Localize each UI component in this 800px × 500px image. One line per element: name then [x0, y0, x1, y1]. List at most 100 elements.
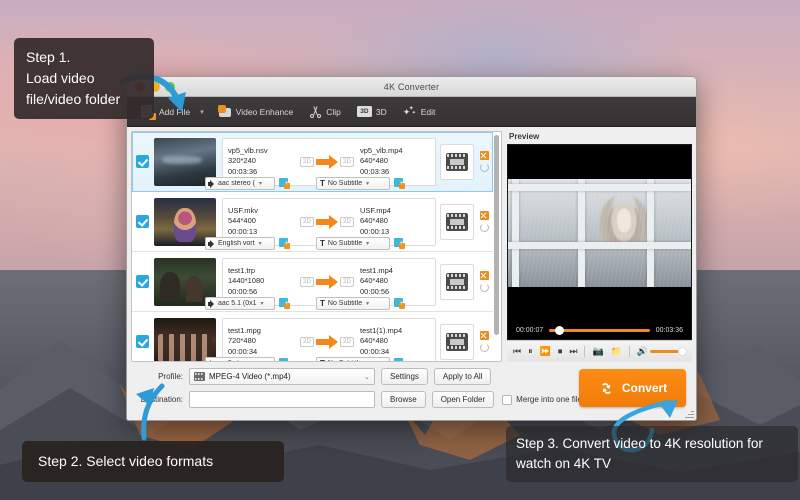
subtitle-track-select[interactable]: T No Subtitle ▾ [316, 237, 390, 250]
chevron-down-icon: ▾ [366, 181, 370, 187]
snapshot-preview-box[interactable] [440, 143, 474, 180]
convert-button[interactable]: Convert [579, 369, 686, 407]
row-actions [477, 331, 491, 352]
stop-button[interactable]: ⏹ [558, 347, 563, 356]
add-file-dropdown-caret-icon[interactable]: ▾ [198, 108, 210, 116]
playback-timeline[interactable]: 00:00:07 00:03:36 [508, 321, 691, 339]
remove-row-button[interactable] [479, 331, 489, 340]
subtitle-text-icon: T [320, 178, 325, 188]
toolbar-edit-label: Edit [420, 106, 436, 117]
volume-slider[interactable] [650, 346, 687, 356]
apply-to-all-button[interactable]: Apply to All [433, 368, 492, 385]
audio-track-value: aac stereo ( [218, 180, 255, 187]
player-screen[interactable] [508, 145, 691, 321]
target-duration: 00:00:13 [360, 226, 390, 236]
volume-control[interactable]: 🔊 [637, 346, 687, 356]
target-meta: test1.mp4 640*480 00:00:56 [354, 266, 435, 298]
chevron-down-icon: ▾ [260, 301, 264, 307]
seek-handle[interactable] [555, 325, 565, 335]
callout-step2: Step 2. Select video formats [22, 441, 284, 482]
row-checkbox[interactable] [136, 215, 149, 228]
toolbar-edit[interactable]: ✦ ✦ ✦ Edit [395, 100, 444, 124]
reset-row-icon[interactable] [479, 343, 489, 352]
row-actions [477, 211, 491, 232]
row-checkbox[interactable] [136, 155, 149, 168]
reset-row-icon[interactable] [479, 223, 489, 232]
add-subtitle-icon[interactable] [394, 178, 405, 189]
add-audio-track-icon[interactable] [279, 178, 290, 189]
snapshot-preview-box[interactable] [440, 263, 474, 300]
table-row[interactable]: test1.mpg 720*480 00:00:34 2D 2D test1(1… [132, 312, 493, 361]
audio-track-select[interactable]: English vort ▾ [205, 237, 275, 250]
subtitle-track-select[interactable]: T No Subtitle ▾ [316, 297, 390, 310]
divider [628, 346, 630, 357]
remove-row-button[interactable] [479, 211, 489, 220]
target-resolution: 640*480 [360, 156, 388, 166]
fast-forward-button[interactable]: ⏩ [540, 347, 551, 356]
table-row[interactable]: USF.mkv 544*400 00:00:13 2D 2D USF.mp4 6… [132, 192, 493, 252]
snapshot-preview-box[interactable] [440, 203, 474, 240]
pause-button[interactable]: ⏸ [528, 347, 533, 356]
seek-slider[interactable] [549, 325, 650, 335]
add-subtitle-icon[interactable] [394, 298, 405, 309]
row-track-controls: English vort ▾ T No Subtitle ▾ [205, 237, 405, 250]
preview-pane: Preview 00:00:07 00:03:36 ⏮ ⏸ ⏩ ⏹ ⏭ 📷 📁 … [502, 127, 696, 362]
source-2d-badge: 2D [300, 216, 315, 227]
remove-row-button[interactable] [479, 151, 489, 160]
audio-track-select[interactable]: aac stereo ( ▾ [205, 177, 275, 190]
merge-checkbox[interactable] [502, 394, 513, 405]
add-subtitle-icon[interactable] [394, 238, 405, 249]
volume-icon[interactable]: 🔊 [637, 347, 648, 356]
table-row[interactable]: test1.trp 1440*1080 00:00:56 2D 2D test1… [132, 252, 493, 312]
zoom-button[interactable] [165, 82, 175, 92]
toolbar-clip[interactable]: Clip [301, 100, 349, 124]
file-list-scrollbar[interactable] [494, 135, 499, 335]
previous-button[interactable]: ⏮ [513, 347, 521, 356]
snapshot-button[interactable]: 📷 [592, 347, 603, 356]
volume-handle[interactable] [678, 346, 687, 356]
row-checkbox[interactable] [136, 275, 149, 288]
file-list[interactable]: vp5_vlb.nsv 320*240 00:03:36 2D 2D vp5_v… [131, 131, 502, 362]
target-duration: 00:00:34 [360, 346, 390, 356]
video-player[interactable]: 00:00:07 00:03:36 [507, 144, 692, 340]
speaker-icon [208, 299, 216, 308]
row-checkbox[interactable] [136, 335, 149, 348]
settings-button[interactable]: Settings [381, 368, 428, 385]
open-snapshot-folder-button[interactable]: 📁 [611, 347, 622, 356]
reset-row-icon[interactable] [479, 283, 489, 292]
table-row[interactable]: vp5_vlb.nsv 320*240 00:03:36 2D 2D vp5_v… [132, 132, 493, 192]
destination-input[interactable] [189, 391, 375, 408]
source-2d-badge: 2D [300, 276, 315, 287]
toolbar-video-enhance[interactable]: Video Enhance [210, 100, 302, 124]
subtitle-track-select[interactable]: T No Subtitle ▾ [316, 177, 390, 190]
open-folder-button[interactable]: Open Folder [431, 391, 495, 408]
browse-button[interactable]: Browse [381, 391, 426, 408]
target-meta: test1(1).mp4 640*480 00:00:34 [354, 326, 435, 358]
source-duration: 00:00:34 [228, 346, 258, 356]
row-track-controls: aac stereo ( ▾ T No Subtitle ▾ [205, 177, 405, 190]
remove-row-button[interactable] [479, 271, 489, 280]
file-list-rows: vp5_vlb.nsv 320*240 00:03:36 2D 2D vp5_v… [132, 132, 493, 361]
add-audio-track-icon[interactable] [279, 298, 290, 309]
toolbar-3d[interactable]: 3D 3D [349, 100, 395, 124]
merge-option[interactable]: Merge into one file [502, 394, 582, 405]
profile-select[interactable]: MPEG-4 Video (*.mp4) ⌄ [189, 368, 375, 385]
resize-handle[interactable] [684, 409, 694, 419]
chevron-down-icon: ▾ [366, 301, 370, 307]
film-format-icon [194, 372, 205, 381]
speaker-icon [208, 179, 216, 188]
next-button[interactable]: ⏭ [569, 347, 577, 356]
target-filename: USF.mp4 [360, 205, 391, 215]
three-d-icon: 3D [356, 106, 372, 117]
source-duration: 00:00:13 [228, 226, 258, 236]
main-toolbar: Add File ▾ Video Enhance Clip 3D 3D ✦✦✦ … [127, 97, 696, 127]
audio-track-select[interactable]: aac 5.1 (0x1 ▾ [205, 297, 275, 310]
reset-row-icon[interactable] [479, 163, 489, 172]
convert-arrow-icon [314, 214, 340, 229]
subtitle-text-icon: T [320, 298, 325, 308]
source-resolution: 544*400 [228, 216, 256, 226]
subtitle-track-value: No Subtitle [327, 180, 363, 187]
bottom-settings-bar: Profile: MPEG-4 Video (*.mp4) ⌄ Settings… [127, 362, 696, 420]
add-audio-track-icon[interactable] [279, 238, 290, 249]
snapshot-preview-box[interactable] [440, 323, 474, 360]
